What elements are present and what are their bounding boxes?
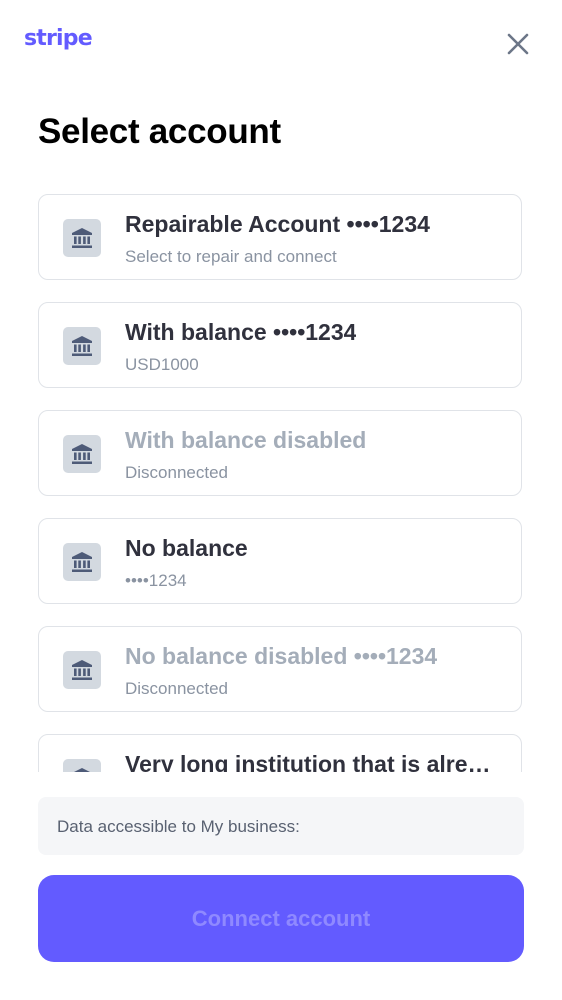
bank-icon xyxy=(63,327,101,365)
account-item-no-balance-disabled: No balance disabled ••••1234 Disconnecte… xyxy=(38,626,522,712)
data-access-text: Data accessible to My business: xyxy=(57,817,300,836)
bank-icon xyxy=(63,435,101,473)
bank-icon xyxy=(63,219,101,257)
account-name: No balance disabled ••••1234 xyxy=(125,643,438,669)
account-item-with-balance-disabled: With balance disabled Disconnected xyxy=(38,410,522,496)
account-subtitle: USD1000 xyxy=(125,355,199,374)
account-item-repairable[interactable]: Repairable Account ••••1234 Select to re… xyxy=(38,194,522,280)
page-title: Select account xyxy=(38,112,281,151)
account-subtitle: ••••1234 xyxy=(125,571,187,590)
bank-icon xyxy=(63,543,101,581)
account-subtitle: Select to repair and connect xyxy=(125,247,337,266)
account-name: With balance disabled xyxy=(125,427,367,453)
stripe-logo: stripe xyxy=(24,26,93,51)
account-item-with-balance[interactable]: With balance ••••1234 USD1000 xyxy=(38,302,522,388)
connect-account-button[interactable]: Connect account xyxy=(38,875,524,962)
account-item-long-institution[interactable]: Very long institution that is already li… xyxy=(38,734,522,772)
account-name: No balance xyxy=(125,535,248,561)
close-button[interactable] xyxy=(502,28,534,60)
bank-icon xyxy=(63,759,101,772)
account-list[interactable]: Repairable Account ••••1234 Select to re… xyxy=(0,194,562,772)
header: stripe xyxy=(0,0,562,88)
account-name: Repairable Account ••••1234 xyxy=(125,211,430,237)
data-access-notice: Data accessible to My business: xyxy=(38,797,524,855)
account-item-no-balance[interactable]: No balance ••••1234 xyxy=(38,518,522,604)
account-name: With balance ••••1234 xyxy=(125,319,357,345)
account-subtitle: Disconnected xyxy=(125,463,229,482)
account-subtitle: Disconnected xyxy=(125,679,229,698)
bank-icon xyxy=(63,651,101,689)
close-icon xyxy=(507,33,529,55)
account-name: Very long institution that is already li… xyxy=(125,751,497,772)
